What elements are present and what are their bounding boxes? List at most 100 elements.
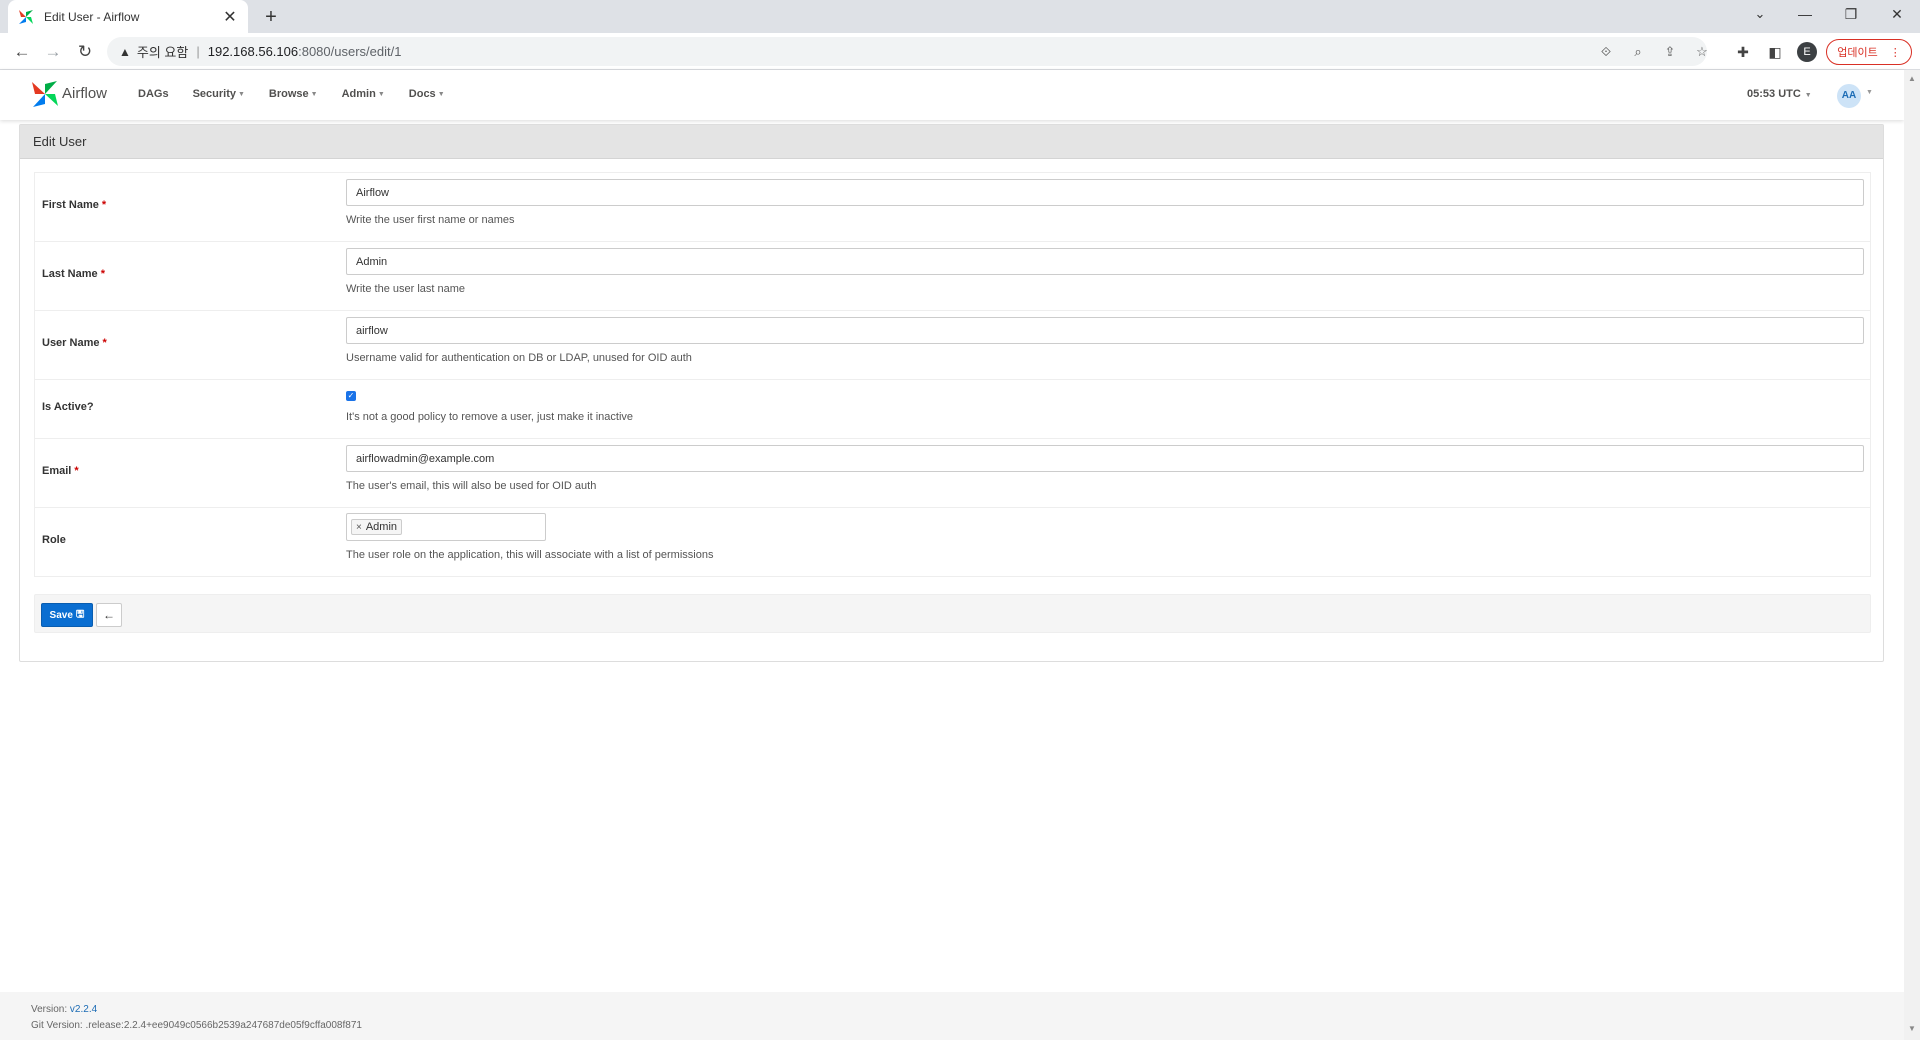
share-icon[interactable]: ⇪: [1659, 41, 1681, 63]
git-version-label: Git Version:: [31, 1020, 83, 1031]
menu-security-label: Security: [192, 88, 236, 100]
airflow-favicon-icon: [19, 9, 33, 24]
git-version-line: Git Version: .release:2.2.4+ee9049c0566b…: [31, 1020, 362, 1031]
user-avatar[interactable]: AA: [1837, 84, 1861, 108]
caret-down-icon: ▼: [310, 90, 318, 98]
airflow-logo-icon[interactable]: [30, 79, 60, 109]
user-name-help: Username valid for authentication on DB …: [346, 352, 692, 364]
first-name-label: First Name *: [42, 199, 106, 211]
version-link[interactable]: v2.2.4: [70, 1004, 97, 1015]
git-version-value: .release:2.2.4+ee9049c0566b2539a247687de…: [85, 1020, 362, 1031]
first-name-label-text: First Name: [42, 199, 99, 211]
scroll-up-icon[interactable]: ▲: [1908, 74, 1916, 83]
window-close-icon[interactable]: ✕: [1874, 0, 1920, 30]
user-name-input[interactable]: [346, 317, 1864, 344]
page-footer: Version: v2.2.4 Git Version: .release:2.…: [0, 992, 1904, 1040]
required-marker: *: [100, 268, 105, 280]
translate-icon[interactable]: ⟐: [1595, 41, 1617, 63]
minimize-icon[interactable]: —: [1782, 0, 1828, 30]
remove-tag-icon[interactable]: ×: [356, 522, 362, 533]
caret-down-icon: ▼: [377, 90, 385, 98]
email-label: Email *: [42, 465, 79, 477]
floppy-disk-icon: 🖫: [75, 608, 85, 620]
email-input[interactable]: [346, 445, 1864, 472]
security-warning-text[interactable]: 주의 요함: [137, 42, 188, 61]
update-button[interactable]: 업데이트 ⋮: [1826, 39, 1912, 65]
edit-user-panel: Edit User First Name * Write the user fi…: [19, 124, 1884, 662]
menu-docs-label: Docs: [408, 88, 436, 100]
save-button[interactable]: Save 🖫: [41, 603, 93, 627]
role-label: Role: [42, 534, 66, 546]
form-row-email: Email * The user's email, this will also…: [35, 439, 1870, 508]
panel-title: Edit User: [20, 125, 1883, 159]
last-name-input[interactable]: [346, 248, 1864, 275]
browser-tab[interactable]: Edit User - Airflow ✕: [8, 0, 248, 33]
restore-icon[interactable]: ❐: [1828, 0, 1874, 30]
caret-down-icon: ▼: [237, 90, 245, 98]
form-row-role: Role × Admin The user role on the applic…: [35, 508, 1870, 576]
warning-icon[interactable]: ▲: [119, 45, 131, 59]
user-name-field-wrap: Username valid for authentication on DB …: [346, 317, 1864, 364]
tab-search-icon[interactable]: ⌄: [1742, 0, 1778, 30]
url-separator: |: [196, 44, 200, 59]
role-tag: × Admin: [351, 519, 403, 535]
profile-avatar[interactable]: E: [1797, 42, 1817, 62]
menu-browse-label: Browse: [268, 88, 309, 100]
page-scrollbar[interactable]: ▲ ▼: [1904, 70, 1920, 1040]
side-panel-icon[interactable]: ◧: [1763, 40, 1787, 64]
tab-close-icon[interactable]: ✕: [222, 7, 238, 27]
forward-arrow-icon[interactable]: →: [39, 38, 67, 66]
menu-browse[interactable]: Browse ▼: [269, 88, 318, 100]
browser-toolbar: ← → ↻ ▲ 주의 요함 | 192.168.56.106:8080/user…: [0, 33, 1920, 70]
bookmark-star-icon[interactable]: ☆: [1691, 41, 1713, 63]
edit-user-form: First Name * Write the user first name o…: [34, 172, 1871, 577]
arrow-left-icon: ←: [103, 608, 115, 622]
user-name-label-text: User Name: [42, 337, 100, 349]
role-field-wrap: × Admin The user role on the application…: [346, 513, 713, 561]
user-name-label: User Name *: [42, 337, 107, 349]
form-row-is-active: Is Active? ✓ It's not a good policy to r…: [35, 380, 1870, 439]
airflow-navbar: Airflow DAGs Security ▼ Browse ▼ Admin ▼ Do…: [0, 70, 1904, 120]
first-name-input[interactable]: [346, 179, 1864, 206]
is-active-label: Is Active?: [42, 401, 94, 413]
caret-down-icon: ▼: [1802, 92, 1812, 99]
extensions-icon[interactable]: ✚: [1731, 40, 1755, 64]
role-tag-label: Admin: [365, 521, 398, 533]
last-name-label-text: Last Name: [42, 268, 98, 280]
email-field-wrap: The user's email, this will also be used…: [346, 445, 1864, 492]
role-select[interactable]: × Admin: [346, 513, 546, 541]
airflow-brand[interactable]: Airflow: [62, 85, 107, 102]
last-name-field-wrap: Write the user last name: [346, 248, 1864, 295]
first-name-field-wrap: Write the user first name or names: [346, 179, 1864, 226]
required-marker: *: [74, 465, 79, 477]
back-arrow-icon[interactable]: ←: [8, 38, 36, 66]
back-button[interactable]: ←: [96, 603, 122, 627]
form-row-user-name: User Name * Username valid for authentic…: [35, 311, 1870, 380]
menu-docs[interactable]: Docs ▼: [409, 88, 445, 100]
is-active-checkbox[interactable]: ✓: [346, 391, 356, 401]
new-tab-button[interactable]: +: [258, 4, 284, 30]
utc-clock[interactable]: 05:53 UTC ▼: [1747, 88, 1812, 100]
menu-admin-label: Admin: [341, 88, 376, 100]
zoom-icon[interactable]: ⌕: [1627, 41, 1649, 63]
caret-down-icon[interactable]: ▼: [1866, 89, 1873, 96]
browser-tabstrip: Edit User - Airflow ✕ + ⌄ — ❐ ✕: [0, 0, 1920, 33]
menu-admin[interactable]: Admin ▼: [342, 88, 385, 100]
update-label: 업데이트: [1837, 47, 1878, 59]
last-name-help: Write the user last name: [346, 283, 466, 295]
last-name-label: Last Name *: [42, 268, 105, 280]
role-help: The user role on the application, this w…: [346, 549, 714, 561]
menu-dags[interactable]: DAGs: [138, 88, 169, 100]
reload-icon[interactable]: ↻: [71, 38, 99, 66]
main-menu: DAGs Security ▼ Browse ▼ Admin ▼ Docs ▼: [138, 88, 469, 100]
form-row-last-name: Last Name * Write the user last name: [35, 242, 1870, 311]
version-line: Version: v2.2.4: [31, 1004, 97, 1015]
caret-down-icon: ▼: [437, 90, 445, 98]
url-host: 192.168.56.106: [207, 44, 299, 59]
scroll-down-icon[interactable]: ▼: [1908, 1024, 1916, 1033]
is-active-field-wrap: ✓ It's not a good policy to remove a use…: [346, 389, 633, 423]
menu-security[interactable]: Security ▼: [193, 88, 245, 100]
address-bar[interactable]: ▲ 주의 요함 | 192.168.56.106:8080/users/edit…: [107, 37, 1708, 66]
required-marker: *: [102, 337, 107, 349]
email-label-text: Email: [42, 465, 72, 477]
